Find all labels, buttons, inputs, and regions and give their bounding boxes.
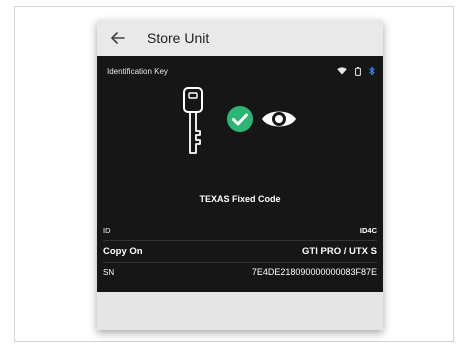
sn-value: 7E4DE218090000000083F87E — [251, 267, 377, 277]
bottom-panel — [97, 292, 383, 330]
bluetooth-icon — [369, 66, 375, 76]
detail-row-copy-on: Copy On GTI PRO / UTX S — [103, 240, 377, 263]
status-label: Identification Key — [107, 66, 168, 76]
key-info-panel: Identification Key TEXAS Fixed Code ID I… — [97, 56, 383, 292]
id-value: ID4C — [359, 225, 377, 235]
sn-label: SN — [103, 267, 115, 277]
copy-on-label: Copy On — [103, 245, 143, 257]
app-bar: Store Unit — [97, 20, 383, 56]
arrow-left-icon — [111, 32, 125, 44]
eye-icon — [262, 111, 296, 127]
copy-on-value: GTI PRO / UTX S — [302, 245, 377, 257]
wifi-icon — [337, 67, 347, 75]
key-status-graphic — [97, 86, 383, 196]
check-circle-icon — [227, 106, 253, 132]
detail-row-sn: SN 7E4DE218090000000083F87E — [103, 262, 377, 282]
car-key-icon — [183, 87, 203, 154]
code-type-label: TEXAS Fixed Code — [199, 194, 281, 204]
back-button[interactable] — [109, 29, 127, 47]
id-label: ID — [103, 225, 111, 235]
battery-icon — [355, 66, 361, 76]
page-title: Store Unit — [147, 30, 210, 46]
status-bar: Identification Key — [107, 64, 375, 78]
device-screen: Store Unit Identification Key TEXAS Fixe… — [97, 20, 383, 330]
detail-row-id: ID ID4C — [103, 220, 377, 241]
